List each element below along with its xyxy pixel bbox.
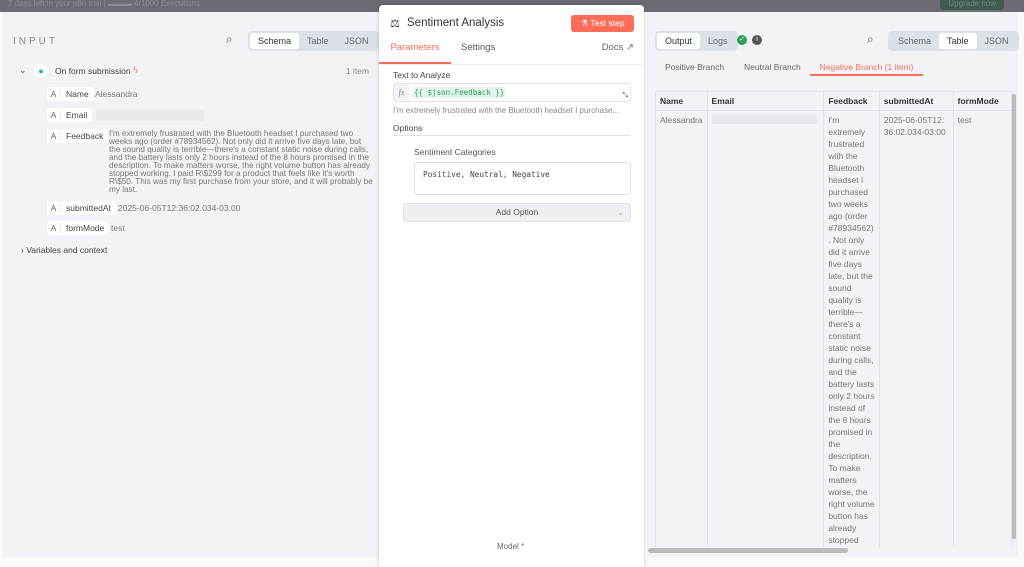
field-feedback: A Feedback [47,129,109,143]
cell-name: Alessandra [655,110,708,547]
table-row: Alessandra I'm extremely frustrated with… [655,110,1012,547]
tab-logs[interactable]: Logs [700,33,736,49]
field-submittedat: AsubmittedAt [47,201,116,215]
column-header: Feedback [823,91,880,111]
view-schema[interactable]: Schema [250,33,300,49]
input-title: INPUT [13,36,58,47]
success-check-icon: ✓ [737,35,747,45]
fx-icon: fx [394,84,409,101]
tab-negative-branch[interactable]: Negative Branch (1 item) [810,56,923,76]
search-icon[interactable]: ⌕ [226,32,233,47]
field-formmode: AformMode [47,221,110,235]
variables-toggle[interactable]: › Variables and context [21,245,107,255]
tab-neutral-branch[interactable]: Neutral Branch [744,62,801,72]
tab-output[interactable]: Output [657,33,701,49]
node-panel: ⚖ Sentiment Analysis ⚗ Test step Paramet… [379,5,644,567]
field-value: 2025-06-05T12:36:02.034-03:00 [118,203,241,213]
view-json[interactable]: JSON [977,33,1017,49]
table-header-row: Name Email Feedback submittedAt formMode [655,91,1012,111]
tab-settings[interactable]: Settings [461,39,495,57]
sentiment-categories-label: Sentiment Categories [414,147,496,157]
node-title: Sentiment Analysis [407,17,505,29]
string-type-icon: A [47,89,61,99]
add-option-button[interactable]: Add Option ⌄ [403,203,631,222]
chevron-down-icon: ⌄ [616,207,624,217]
item-count: 1 item [345,66,369,76]
form-trigger-icon: ● [34,64,48,78]
expand-icon[interactable]: ⤡ [622,92,628,100]
trigger-bolt-icon: ϟ [133,65,138,75]
options-label: Options [393,123,423,133]
node-name: On form submission [55,66,131,76]
field-value: I'm extremely frustrated with the Blueto… [109,129,373,194]
view-schema[interactable]: Schema [890,33,939,49]
string-type-icon: A [47,110,61,120]
field-email: A Email [47,108,93,122]
balance-scale-icon: ⚖ [390,18,400,30]
expression-value: {{ $json.Feedback }} [413,87,506,98]
cell-email [706,110,825,547]
variables-label: Variables and context [26,245,108,255]
sentiment-categories-input[interactable]: Positive, Neutral, Negative [414,162,631,195]
executions-text: 4/1000 Executions [134,0,200,8]
input-panel: INPUT ⌕ Schema Table JSON ⌄ ● On form su… [3,12,379,557]
upgrade-button[interactable]: Upgrade now [940,0,1004,10]
horizontal-scrollbar[interactable] [648,548,848,553]
model-label: Model * [497,542,525,551]
field-name: A Name [47,87,94,101]
cell-feedback: I'm extremely frustrated with the Blueto… [823,110,880,547]
tab-positive-branch[interactable]: Positive Branch [665,62,724,72]
tab-parameters[interactable]: Parameters [379,39,451,64]
trial-text: 2 days left in your n8n trial [8,0,102,8]
string-type-icon: A [47,203,61,213]
expression-preview: I'm extremely frustrated with the Blueto… [393,106,620,115]
text-to-analyze-input[interactable]: fx {{ $json.Feedback }} ⤡ [393,83,631,102]
output-panel: Output Logs ✓ i ⌕ Schema Table JSON Posi… [645,12,1019,557]
test-step-button[interactable]: ⚗ Test step [571,15,634,32]
field-value: Alessandra [95,89,138,99]
view-json[interactable]: JSON [337,33,377,49]
field-value: test [111,223,125,233]
cell-submittedat: 2025-06-05T12:36:02.034-03:00 [878,110,954,547]
external-link-icon: ↗ [626,42,634,53]
view-table[interactable]: Table [939,33,977,49]
search-icon[interactable]: ⌕ [867,32,874,47]
chevron-down-icon[interactable]: ⌄ [19,65,27,76]
vertical-scrollbar[interactable] [1012,94,1016,539]
info-icon[interactable]: i [752,35,762,45]
text-to-analyze-label: Text to Analyze [393,70,451,80]
cell-formmode: test [952,110,1012,547]
output-table: Name Email Feedback submittedAt formMode… [655,91,1012,547]
docs-link[interactable]: Docs ↗ [602,39,634,57]
column-header: submittedAt [878,91,954,111]
column-header: Name [655,91,708,111]
view-table[interactable]: Table [299,33,337,49]
string-type-icon: A [47,223,61,233]
string-type-icon: A [47,131,61,141]
column-header: formMode [952,91,1012,111]
email-redacted [96,110,204,121]
column-header: Email [706,91,825,111]
flask-icon: ⚗ [580,18,589,28]
